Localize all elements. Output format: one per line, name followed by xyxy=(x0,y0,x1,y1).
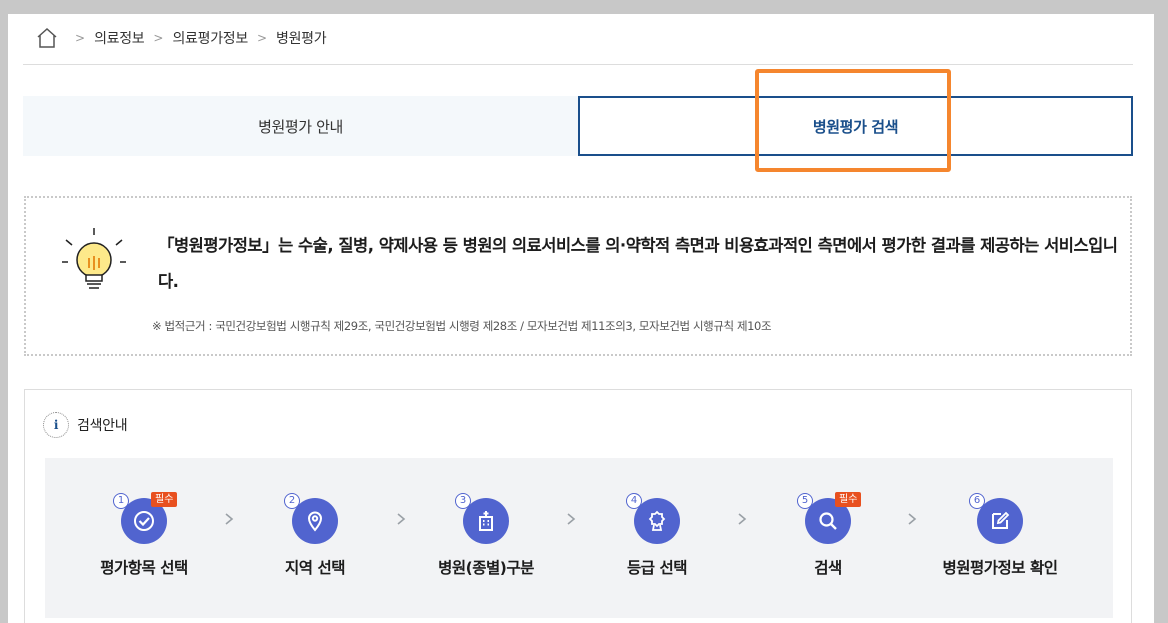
location-pin-icon: 2 xyxy=(284,493,338,544)
breadcrumb-item[interactable]: 의료정보 xyxy=(94,28,145,48)
step-number: 6 xyxy=(969,493,985,509)
step-6: 6 병원평가정보 확인 xyxy=(920,493,1080,578)
home-icon[interactable] xyxy=(36,27,58,49)
legal-basis-note: ※ 법적근거 : 국민건강보험법 시행규칙 제29조, 국민건강보험법 시행령 … xyxy=(152,319,772,333)
edit-icon: 6 xyxy=(969,493,1023,544)
chevron-right-icon: > xyxy=(256,31,267,45)
search-guide-panel: i 검색안내 1 필수 평가항목 선택 2 지역 선택 3 병원(종별)구분 4… xyxy=(24,389,1132,623)
info-icon: i xyxy=(43,412,69,438)
step-number: 2 xyxy=(284,493,300,509)
step-4: 4 등급 선택 xyxy=(577,493,737,578)
step-label: 평가항목 선택 xyxy=(100,559,188,577)
step-2: 2 지역 선택 xyxy=(235,493,395,578)
chevron-right-icon xyxy=(908,513,917,525)
step-1: 1 필수 평가항목 선택 xyxy=(64,492,224,578)
search-icon: 5 필수 xyxy=(797,492,862,544)
info-text: 「병원평가정보」는 수술, 질병, 약제사용 등 병원의 의료서비스를 의·약학… xyxy=(158,236,1118,291)
required-badge: 필수 xyxy=(151,492,178,507)
info-box: 「병원평가정보」는 수술, 질병, 약제사용 등 병원의 의료서비스를 의·약학… xyxy=(24,196,1132,356)
page: > 의료정보 > 의료평가정보 > 병원평가 병원평가 안내 병원평가 검색 「… xyxy=(8,14,1154,623)
step-label: 지역 선택 xyxy=(285,559,345,577)
guide-title: i 검색안내 xyxy=(43,412,128,438)
chevron-right-icon xyxy=(225,513,234,525)
highlight-box xyxy=(755,69,951,172)
required-badge: 필수 xyxy=(835,492,862,507)
tab-hospital-eval-guide[interactable]: 병원평가 안내 xyxy=(23,96,578,156)
search-steps: 1 필수 평가항목 선택 2 지역 선택 3 병원(종별)구분 4 등급 선택 … xyxy=(45,458,1113,618)
breadcrumb: > 의료정보 > 의료평가정보 > 병원평가 xyxy=(36,26,327,50)
step-5: 5 필수 검색 xyxy=(748,492,908,578)
check-circle-icon: 1 필수 xyxy=(113,492,178,544)
divider xyxy=(23,64,1133,65)
breadcrumb-item[interactable]: 의료평가정보 xyxy=(172,28,248,48)
chevron-right-icon: > xyxy=(75,31,86,45)
lightbulb-icon xyxy=(62,228,126,298)
step-label: 병원평가정보 확인 xyxy=(942,559,1058,577)
chevron-right-icon xyxy=(567,513,576,525)
award-icon: 4 xyxy=(626,493,680,544)
step-number: 1 xyxy=(113,493,129,509)
step-number: 5 xyxy=(797,493,813,509)
tab-bar: 병원평가 안내 병원평가 검색 xyxy=(23,96,1133,156)
hospital-building-icon: 3 xyxy=(455,493,509,544)
guide-title-label: 검색안내 xyxy=(77,418,128,434)
chevron-right-icon: > xyxy=(153,31,164,45)
step-label: 검색 xyxy=(814,559,842,577)
step-number: 4 xyxy=(626,493,642,509)
step-3: 3 병원(종별)구분 xyxy=(406,493,566,578)
chevron-right-icon xyxy=(738,513,747,525)
step-label: 등급 선택 xyxy=(627,559,687,577)
step-number: 3 xyxy=(455,493,471,509)
breadcrumb-item[interactable]: 병원평가 xyxy=(276,28,327,48)
step-label: 병원(종별)구분 xyxy=(438,559,534,577)
